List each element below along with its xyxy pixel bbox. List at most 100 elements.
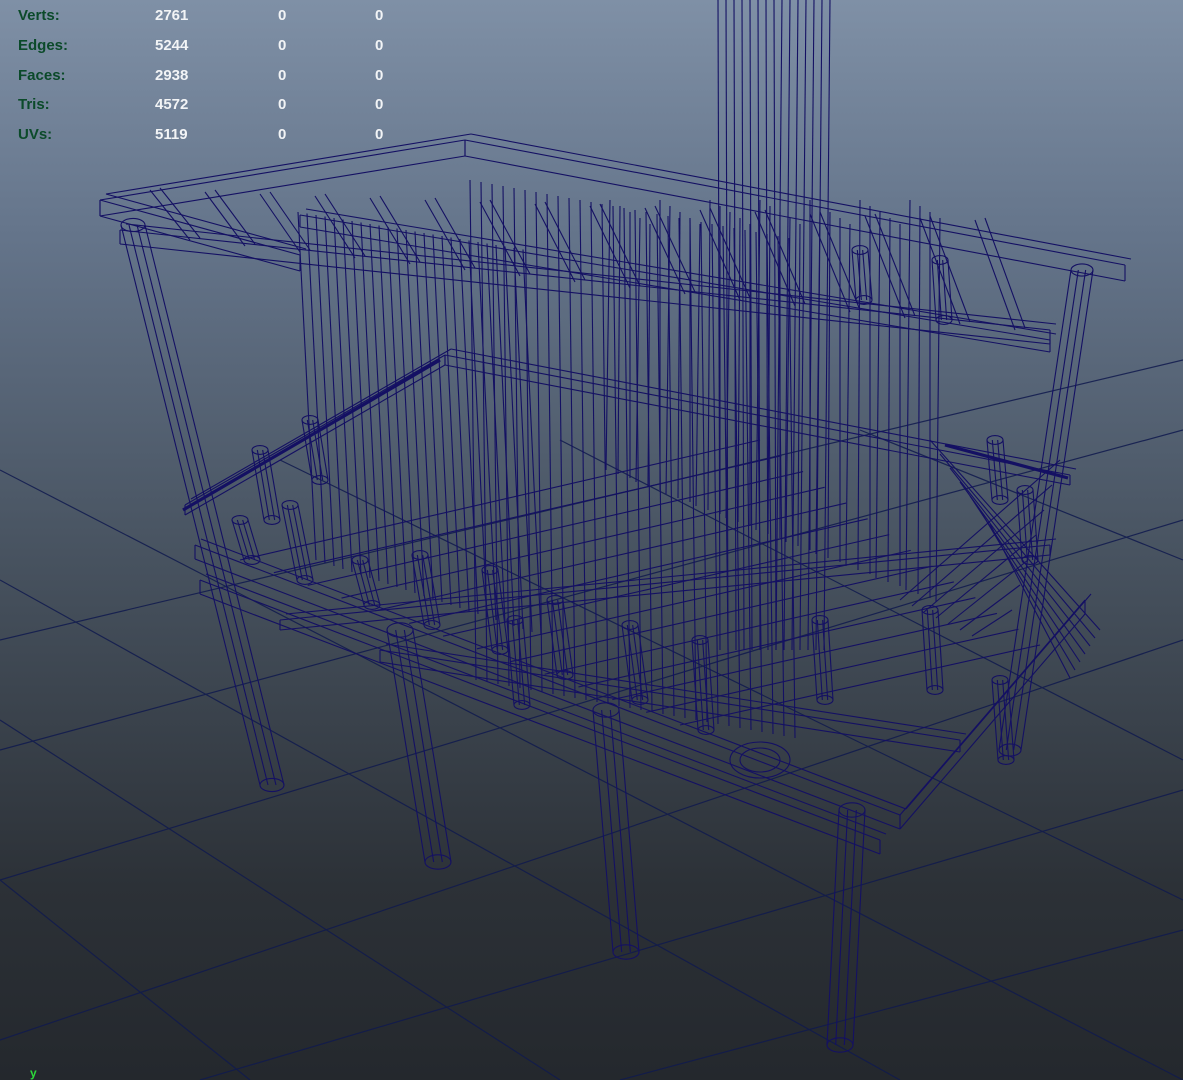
post-cap (826, 1037, 854, 1053)
post-cap (991, 495, 1009, 505)
brace (959, 481, 1086, 655)
hud-row-faces: Faces: 2938 0 0 (18, 61, 398, 91)
deck-plank (646, 628, 1019, 713)
chimney-line (799, 0, 807, 651)
wall-stud (905, 199, 911, 591)
post-edge (144, 224, 285, 786)
hud-total: 5244 (155, 36, 189, 54)
chimney-line (773, 0, 777, 651)
front-stud (601, 203, 609, 705)
post-edge (696, 639, 704, 731)
wall-stud (875, 211, 881, 579)
hud-count: 0 (375, 7, 384, 24)
wall-stud (695, 223, 701, 507)
post-edge (403, 629, 443, 863)
deck-plank (578, 597, 976, 688)
beam-edge (299, 214, 1051, 341)
wall-stud (737, 217, 741, 523)
hud-selected: 0 (278, 7, 287, 24)
beam-edge (899, 613, 1086, 830)
post-cap (281, 500, 299, 510)
rafter (159, 187, 201, 239)
post-edge (247, 519, 261, 561)
post-edge (932, 609, 939, 691)
beam-edge (184, 364, 446, 516)
hud-row-edges: Edges: 5244 0 0 (18, 31, 398, 61)
post-edge (386, 629, 426, 863)
post-edge (416, 554, 430, 626)
grid-line (0, 879, 251, 1080)
deck-plank (307, 471, 804, 586)
wall-stud (815, 205, 821, 555)
post-cap (301, 415, 319, 425)
post-cap (816, 695, 834, 705)
beam-edge (105, 193, 307, 250)
post-cap (926, 685, 944, 695)
front-stud (722, 225, 730, 727)
hud-label: UVs: (18, 126, 53, 144)
post-cap (592, 702, 620, 718)
hud-row-tris: Tris: 4572 0 0 (18, 90, 398, 120)
viewport-scene[interactable] (0, 0, 1183, 1080)
wall-stud (342, 219, 362, 576)
hud-total: 2938 (155, 66, 189, 84)
grid-line (0, 719, 561, 1080)
brace (979, 509, 1076, 671)
wall-stud (495, 244, 515, 627)
hud-row-verts: Verts: 2761 0 0 (18, 1, 398, 31)
hud-count: 0 (375, 126, 384, 144)
post-edge (1007, 679, 1015, 761)
hud-selected: 0 (278, 96, 287, 114)
wall-stud (315, 214, 335, 567)
post-edge (412, 629, 452, 863)
wall-stud (887, 217, 891, 583)
grid-line (859, 429, 1183, 561)
post-edge (926, 609, 933, 691)
wall-stud (707, 199, 711, 511)
post-cap (631, 695, 649, 705)
hud-total: 5119 (155, 126, 188, 144)
rafter (764, 209, 806, 305)
post-edge (996, 679, 1004, 761)
wall-stud (378, 225, 398, 588)
wall-stud (522, 249, 542, 636)
beam-edge (899, 599, 1086, 816)
wall-stud (396, 228, 416, 594)
front-stud (689, 219, 697, 721)
wireframe-model[interactable] (99, 0, 1132, 1053)
post-edge (356, 559, 370, 606)
wall-stud (845, 223, 851, 567)
wall-stud (797, 223, 801, 547)
post-cap (991, 675, 1009, 685)
hud-count: 0 (375, 96, 384, 114)
post-edge (997, 439, 1004, 501)
post-edge (551, 599, 563, 676)
hud-selected: 0 (278, 126, 287, 144)
wall-stud (387, 226, 407, 591)
wall-stud (917, 205, 921, 595)
wall-stud (324, 216, 344, 570)
post-edge (942, 259, 948, 321)
post-cap (263, 515, 281, 525)
grid-line (619, 929, 1183, 1080)
post-cap (621, 620, 639, 630)
rafter (654, 205, 696, 293)
poly-count-hud: Verts: 2761 0 0 Edges: 5244 0 0 Faces: 2… (18, 1, 398, 150)
wall-stud (369, 223, 389, 585)
post-edge (991, 679, 999, 761)
hud-label: Edges: (18, 36, 69, 54)
round-detail (729, 741, 791, 779)
hud-label: Tris: (18, 96, 50, 114)
front-stud (469, 179, 477, 681)
3d-viewport[interactable]: Verts: 2761 0 0 Edges: 5244 0 0 Faces: 2… (0, 0, 1183, 1080)
hud-label: Faces: (18, 66, 66, 84)
post-edge (937, 609, 944, 691)
hud-count: 0 (375, 36, 384, 54)
beam-edge (285, 538, 1057, 615)
post-cap (838, 802, 866, 818)
rafter (369, 197, 411, 265)
hud-selected: 0 (278, 36, 287, 54)
grid-line (199, 789, 1183, 1080)
beam-edge (464, 155, 1126, 282)
post-edge (562, 599, 574, 676)
